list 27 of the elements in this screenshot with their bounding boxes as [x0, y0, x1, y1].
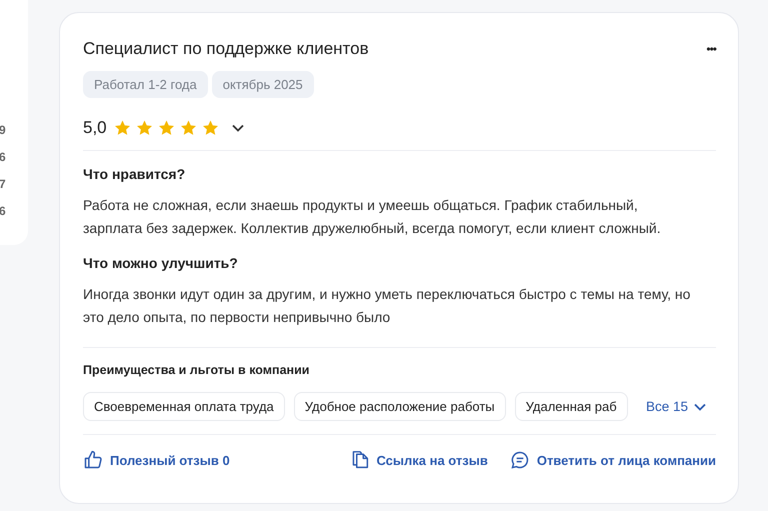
copy-icon: [351, 450, 370, 470]
thumbs-up-icon: [83, 450, 103, 470]
info-tag: Работал 1-2 года: [83, 71, 208, 98]
rating-value: 5,0: [83, 118, 107, 138]
benefit-chip: Удаленная раб: [514, 392, 628, 421]
chat-bubble-icon: [510, 450, 530, 470]
chevron-down-icon: [232, 124, 244, 132]
review-link-button[interactable]: Ссылка на отзыв: [351, 450, 488, 470]
benefits-heading: Преимущества и льготы в компании: [83, 363, 310, 377]
star-icon: [156, 119, 176, 137]
review-text: Иногда звонки идут один за другим, и нужно уметь переключаться быстро с темы на тему, но это дело опыта, по первости непривычно было: [83, 285, 692, 327]
review-title: Специалист по поддержке клиентов: [83, 39, 369, 59]
benefit-chip: Своевременная оплата труда: [83, 392, 285, 421]
section-heading: Что нравится?: [83, 166, 186, 182]
review-text: Работа не сложная, если знаешь продукты и умеешь общаться. График стабильный, зарплата без задержек. Коллектив дружелюбный, всегда помогут, если клиент сложный.: [83, 196, 662, 238]
section-heading: Что можно улучшить?: [83, 255, 239, 271]
star-icon: [178, 119, 198, 137]
more-menu-button[interactable]: •••: [706, 42, 716, 56]
benefit-chip: Удобное расположение работы: [294, 392, 506, 421]
helpful-button[interactable]: Полезный отзыв 0: [83, 450, 230, 470]
star-icon: [134, 119, 154, 137]
info-tag: октябрь 2025: [212, 71, 314, 98]
star-icon: [200, 119, 220, 137]
reply-button[interactable]: Ответить от лица компании: [510, 450, 716, 470]
star-icon: [112, 119, 132, 137]
chevron-down-icon: [694, 402, 706, 410]
show-all-button[interactable]: Все 15: [646, 399, 716, 414]
